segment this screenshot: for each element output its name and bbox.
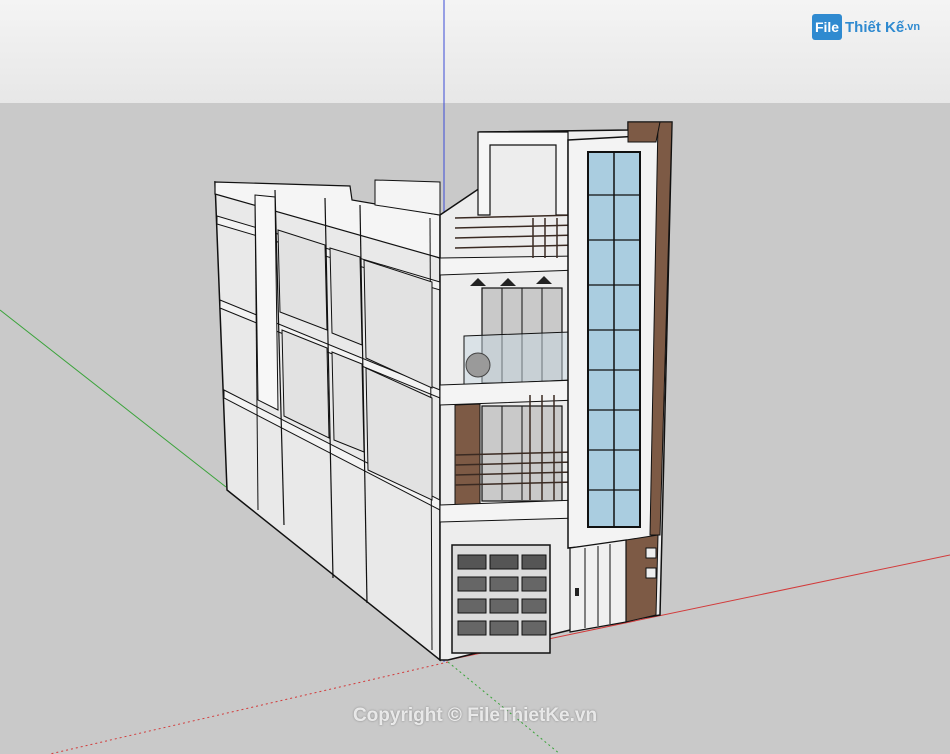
site-logo: File Thiết Kế .vn — [812, 12, 920, 42]
copyright-watermark: Copyright © FileThietKe.vn — [352, 705, 598, 726]
sketchup-viewport[interactable]: File Thiết Kế .vn Copyright © FileThietK… — [0, 0, 950, 754]
model-canvas[interactable] — [0, 0, 950, 754]
side-wall[interactable] — [214, 179, 441, 662]
front-facade[interactable] — [439, 121, 673, 661]
logo-text: Thiết Kế — [845, 18, 905, 36]
logo-badge: File — [812, 14, 842, 40]
plant — [465, 352, 491, 378]
garage-door[interactable] — [451, 544, 551, 654]
green-axis — [0, 309, 227, 488]
logo-ext: .vn — [904, 21, 921, 33]
